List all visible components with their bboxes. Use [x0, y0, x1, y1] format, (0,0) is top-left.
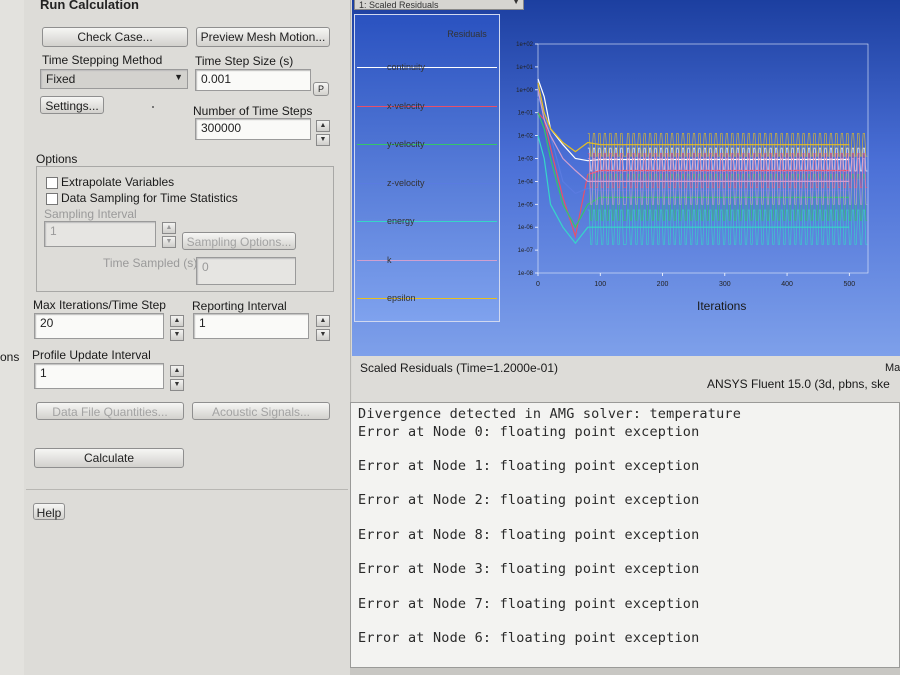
number-of-time-steps-input[interactable]: 300000: [195, 118, 311, 140]
acoustic-signals-button[interactable]: Acoustic Signals...: [192, 402, 330, 420]
y-tick-label: 1e+02: [516, 42, 534, 48]
max-iterations-up-arrow[interactable]: ▲: [170, 315, 184, 327]
plot-caption: Scaled Residuals (Time=1.2000e-01): [360, 361, 558, 375]
settings-button[interactable]: Settings...: [40, 96, 104, 114]
reporting-interval-label: Reporting Interval: [192, 299, 287, 313]
separator-dot: [152, 106, 154, 108]
x-tick-label: 400: [781, 281, 793, 288]
profile-update-input[interactable]: 1: [34, 363, 164, 389]
y-tick-label: 1e-04: [518, 179, 534, 185]
max-iterations-input[interactable]: 20: [34, 313, 164, 339]
extrapolate-variables-checkbox[interactable]: Extrapolate Variables: [46, 175, 174, 189]
y-tick-label: 1e+00: [516, 88, 534, 94]
time-sampled-label: Time Sampled (s): [103, 256, 198, 270]
console-line: Divergence detected in AMG solver: tempe…: [358, 406, 742, 422]
time-stepping-method-value: Fixed: [46, 72, 76, 86]
console-scrollbar[interactable]: [350, 668, 900, 675]
y-tick-label: 1e-08: [518, 271, 534, 277]
calculate-button[interactable]: Calculate: [34, 448, 184, 468]
y-tick-label: 1e-02: [518, 134, 534, 140]
graphics-dropdown[interactable]: 1: Scaled Residuals ▼: [354, 0, 524, 10]
chevron-down-icon: ▼: [174, 72, 183, 82]
y-tick-label: 1e-05: [518, 202, 534, 208]
panel-title: Run Calculation: [40, 0, 139, 12]
options-label: Options: [36, 152, 78, 166]
parameter-button[interactable]: P: [313, 82, 329, 96]
time-sampled-input[interactable]: 0: [196, 257, 296, 285]
y-tick-label: 1e-06: [518, 225, 534, 231]
left-edge-text: ons: [0, 350, 20, 364]
data-sampling-checkbox[interactable]: Data Sampling for Time Statistics: [46, 191, 238, 205]
sampling-down-arrow[interactable]: ▼: [162, 236, 176, 248]
sampling-interval-label: Sampling Interval: [44, 207, 137, 221]
extrapolate-check-box[interactable]: [46, 176, 58, 189]
y-tick-label: 1e+01: [516, 65, 534, 71]
sampling-interval-input[interactable]: 1: [44, 221, 156, 247]
x-tick-label: 0: [536, 281, 540, 288]
data-sampling-check-box[interactable]: [46, 192, 58, 205]
console-line: Error at Node 3: floating point exceptio…: [358, 561, 700, 577]
extrapolate-label: Extrapolate Variables: [61, 175, 175, 189]
time-stepping-method-select[interactable]: Fixed ▼: [40, 69, 188, 89]
time-steps-down-arrow[interactable]: ▼: [316, 134, 330, 146]
reporting-down-arrow[interactable]: ▼: [316, 329, 330, 341]
profile-update-label: Profile Update Interval: [32, 348, 151, 362]
time-steps-up-arrow[interactable]: ▲: [316, 120, 330, 132]
right-edge-text: Ma: [885, 362, 900, 374]
graphics-dropdown-value: 1: Scaled Residuals: [359, 0, 439, 10]
profile-down-arrow[interactable]: ▼: [170, 379, 184, 391]
time-stepping-method-label: Time Stepping Method: [42, 53, 163, 67]
preview-mesh-motion-button[interactable]: Preview Mesh Motion...: [196, 27, 330, 47]
help-button[interactable]: Help: [33, 503, 65, 520]
console-line: Error at Node 7: floating point exceptio…: [358, 596, 700, 612]
y-tick-label: 1e-03: [518, 157, 534, 163]
y-tick-label: 1e-07: [518, 248, 534, 254]
profile-up-arrow[interactable]: ▲: [170, 365, 184, 377]
console-line: Error at Node 1: floating point exceptio…: [358, 458, 700, 474]
max-iterations-down-arrow[interactable]: ▼: [170, 329, 184, 341]
fluent-version: ANSYS Fluent 15.0 (3d, pbns, ske: [707, 377, 890, 391]
x-tick-label: 200: [657, 281, 669, 288]
x-tick-label: 500: [843, 281, 855, 288]
sampling-up-arrow[interactable]: ▲: [162, 222, 176, 234]
console-line: Error at Node 6: floating point exceptio…: [358, 630, 700, 646]
console-line: Error at Node 8: floating point exceptio…: [358, 527, 700, 543]
outer-strip: [0, 0, 24, 675]
reporting-up-arrow[interactable]: ▲: [316, 315, 330, 327]
x-tick-label: 100: [594, 281, 606, 288]
sampling-options-button[interactable]: Sampling Options...: [182, 232, 296, 250]
reporting-interval-input[interactable]: 1: [193, 313, 309, 339]
residuals-legend: Residuals continuity x-velocity y-velocity…: [354, 14, 500, 322]
console-line: Error at Node 0: floating point exceptio…: [358, 424, 700, 440]
residuals-chart: 1e+02 1e+01 1e+00 1e-01 1e-02 1e-03 1e-04 1e-05…: [516, 42, 869, 288]
max-iterations-label: Max Iterations/Time Step: [33, 298, 166, 312]
number-of-time-steps-label: Number of Time Steps: [193, 104, 313, 118]
time-step-size-input[interactable]: 0.001: [195, 69, 311, 91]
data-file-quantities-button[interactable]: Data File Quantities...: [36, 402, 184, 420]
data-sampling-label: Data Sampling for Time Statistics: [61, 191, 238, 205]
check-case-button[interactable]: Check Case...: [42, 27, 188, 47]
time-step-size-label: Time Step Size (s): [195, 54, 294, 68]
x-axis-label: Iterations: [697, 299, 747, 313]
chevron-down-icon: ▼: [512, 0, 520, 6]
y-tick-label: 1e-01: [518, 111, 534, 117]
separator-line: [26, 489, 348, 490]
x-tick-label: 300: [719, 281, 731, 288]
console-line: Error at Node 2: floating point exceptio…: [358, 492, 700, 508]
